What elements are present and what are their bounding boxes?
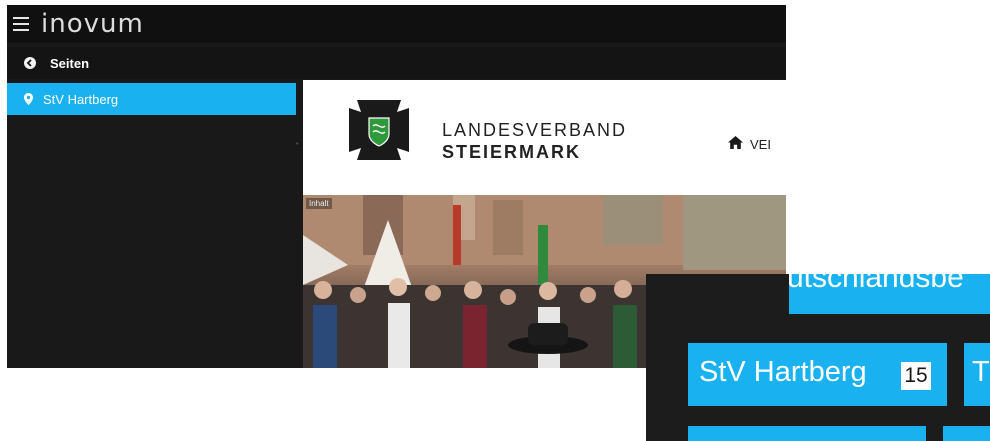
pages-header: Seiten bbox=[7, 47, 786, 79]
hamburger-menu-icon[interactable] bbox=[13, 17, 29, 31]
map-pin-icon bbox=[24, 93, 33, 105]
site-nav-item[interactable]: VEI bbox=[750, 137, 771, 152]
site-header: LANDESVERBAND STEIERMARK VEI bbox=[303, 80, 786, 195]
sidebar-item-label: StV Hartberg bbox=[43, 91, 119, 107]
home-icon[interactable] bbox=[728, 136, 743, 149]
back-circle-icon[interactable] bbox=[24, 57, 36, 69]
zoom-tile-label: StV Hartberg bbox=[699, 356, 867, 388]
site-name-line1: LANDESVERBAND bbox=[442, 120, 628, 140]
count-badge: 15 bbox=[901, 362, 931, 390]
zoom-tile-stv-hartberg[interactable]: StV Hartberg 15 bbox=[688, 343, 947, 406]
zoom-tile-partial[interactable] bbox=[943, 426, 990, 441]
site-name-line2: STEIERMARK bbox=[442, 142, 582, 162]
zoom-tile-partial[interactable]: T bbox=[964, 343, 990, 406]
brand-logo: inovum bbox=[41, 9, 144, 39]
sidebar-item-stv-hartberg[interactable]: StV Hartberg bbox=[7, 83, 296, 115]
sidebar: StV Hartberg bbox=[7, 83, 296, 368]
zoom-tile-label: T bbox=[972, 356, 990, 388]
sidebar-resize-handle[interactable]: • bbox=[296, 141, 301, 148]
pages-title: Seiten bbox=[50, 55, 90, 71]
landesverband-crest-logo bbox=[349, 100, 409, 160]
content-tag: Inhalt bbox=[306, 198, 332, 209]
zoom-strip-tile: utschlandsbe bbox=[789, 274, 990, 314]
zoom-tile-partial[interactable] bbox=[688, 426, 926, 441]
zoom-inset: utschlandsbe StV Hartberg 15 T bbox=[646, 274, 990, 441]
top-bar: inovum bbox=[7, 5, 786, 43]
zoom-strip-label: utschlandsbe bbox=[789, 274, 964, 294]
